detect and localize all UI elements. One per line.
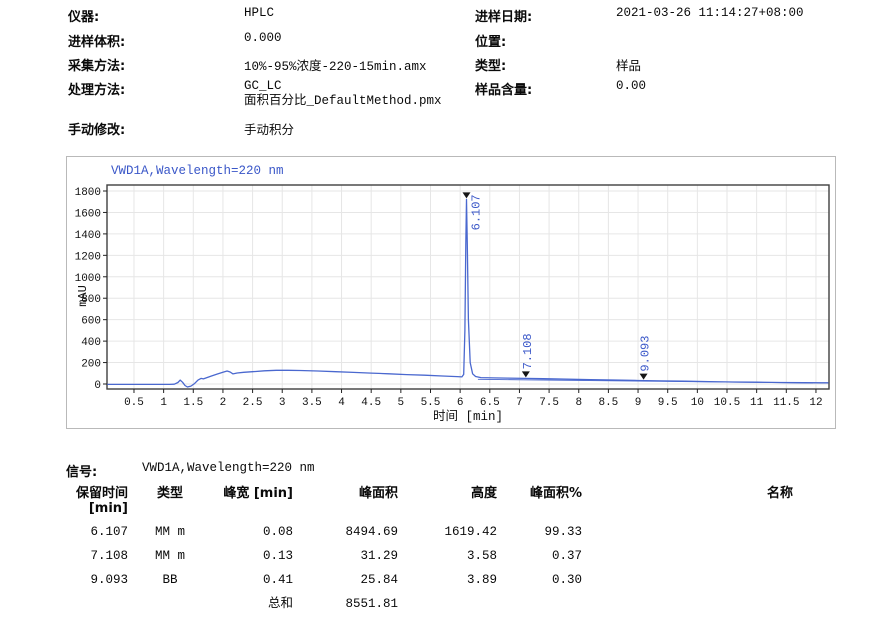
- table-cell: [400, 592, 499, 616]
- y-tick-label: 0: [94, 380, 101, 392]
- col-retention-time-text: 保留时间: [68, 486, 128, 501]
- table-cell: 0.37: [499, 544, 584, 568]
- y-tick-label: 200: [81, 359, 101, 371]
- signal-label: 信号:: [66, 461, 97, 480]
- y-tick-label: 1200: [75, 251, 101, 263]
- table-cell: 1619.42: [400, 520, 499, 544]
- table-cell: 8551.81: [295, 592, 400, 616]
- y-tick-label: 600: [81, 316, 101, 328]
- table-cell: [584, 520, 795, 544]
- table-cell: [130, 592, 212, 616]
- table-cell: [68, 592, 130, 616]
- manual-edit-value: 手动积分: [244, 119, 294, 138]
- col-retention-time: 保留时间 [min]: [68, 484, 130, 520]
- hplc-report-page: 仪器: HPLC 进样体积: 0.000 采集方法: 10%-95%浓度-220…: [0, 0, 883, 639]
- table-cell: 9.093: [68, 568, 130, 592]
- peak-row: 9.093BB0.4125.843.890.30: [68, 568, 795, 592]
- injection-volume-value: 0.000: [244, 31, 282, 45]
- col-area-pct: 峰面积%: [499, 484, 584, 520]
- table-cell: [584, 568, 795, 592]
- y-tick-label: 400: [81, 337, 101, 349]
- table-cell: [584, 544, 795, 568]
- table-cell: 0.41: [212, 568, 295, 592]
- table-cell: 总和: [212, 592, 295, 616]
- instrument-label: 仪器:: [68, 6, 99, 25]
- peak-row: 7.108MM m0.1331.293.580.37: [68, 544, 795, 568]
- chart-title: VWD1A,Wavelength=220 nm: [111, 164, 284, 178]
- table-cell: BB: [130, 568, 212, 592]
- col-name: 名称: [584, 484, 795, 520]
- col-retention-time-unit: [min]: [68, 501, 128, 516]
- type-value: 样品: [616, 55, 641, 74]
- col-width: 峰宽 [min]: [212, 484, 295, 520]
- injection-date-label: 进样日期:: [475, 6, 532, 25]
- peak-row: 6.107MM m0.088494.691619.4299.33: [68, 520, 795, 544]
- type-label: 类型:: [475, 55, 506, 74]
- proc-method-label: 处理方法:: [68, 79, 125, 98]
- proc-method-line1: GC_LC: [244, 79, 442, 94]
- table-cell: 0.13: [212, 544, 295, 568]
- sample-amount-value: 0.00: [616, 79, 646, 93]
- table-cell: 8494.69: [295, 520, 400, 544]
- table-cell: 99.33: [499, 520, 584, 544]
- acq-method-label: 采集方法:: [68, 55, 125, 74]
- chromatogram-plot: 0.511.522.533.544.555.566.577.588.599.51…: [67, 157, 837, 430]
- peak-results-table: 保留时间 [min] 类型 峰宽 [min] 峰面积 高度 峰面积% 名称 6.…: [68, 484, 795, 616]
- acq-method-value: 10%-95%浓度-220-15min.amx: [244, 55, 427, 74]
- table-cell: 6.107: [68, 520, 130, 544]
- sum-row: 总和8551.81: [68, 592, 795, 616]
- injection-date-value: 2021-03-26 11:14:27+08:00: [616, 6, 804, 20]
- col-height: 高度: [400, 484, 499, 520]
- position-label: 位置:: [475, 31, 506, 50]
- proc-method-line2: 面积百分比_DefaultMethod.pmx: [244, 94, 442, 109]
- injection-volume-label: 进样体积:: [68, 31, 125, 50]
- signal-value: VWD1A,Wavelength=220 nm: [142, 461, 315, 475]
- table-cell: 3.89: [400, 568, 499, 592]
- y-tick-label: 1400: [75, 230, 101, 242]
- table-cell: MM m: [130, 544, 212, 568]
- proc-method-value: GC_LC 面积百分比_DefaultMethod.pmx: [244, 79, 442, 109]
- table-cell: [499, 592, 584, 616]
- y-tick-label: 1800: [75, 187, 101, 199]
- table-header-row: 保留时间 [min] 类型 峰宽 [min] 峰面积 高度 峰面积% 名称: [68, 484, 795, 520]
- table-cell: 0.08: [212, 520, 295, 544]
- peak-label: 6.107: [469, 194, 483, 230]
- x-axis-label: 时间 [min]: [107, 405, 829, 424]
- sample-amount-label: 样品含量:: [475, 79, 532, 98]
- col-type: 类型: [130, 484, 212, 520]
- instrument-value: HPLC: [244, 6, 274, 20]
- table-cell: MM m: [130, 520, 212, 544]
- y-axis-label: mAU: [76, 285, 90, 307]
- table-cell: 25.84: [295, 568, 400, 592]
- peak-label: 9.093: [639, 336, 653, 372]
- table-cell: [584, 592, 795, 616]
- table-cell: 0.30: [499, 568, 584, 592]
- table-cell: 7.108: [68, 544, 130, 568]
- table-cell: 31.29: [295, 544, 400, 568]
- manual-edit-label: 手动修改:: [68, 119, 125, 138]
- chromatogram-panel: VWD1A,Wavelength=220 nm 0.511.522.533.54…: [66, 156, 836, 429]
- table-cell: 3.58: [400, 544, 499, 568]
- y-tick-label: 1000: [75, 273, 101, 285]
- peak-label: 7.108: [521, 333, 535, 369]
- y-tick-label: 1600: [75, 208, 101, 220]
- col-area: 峰面积: [295, 484, 400, 520]
